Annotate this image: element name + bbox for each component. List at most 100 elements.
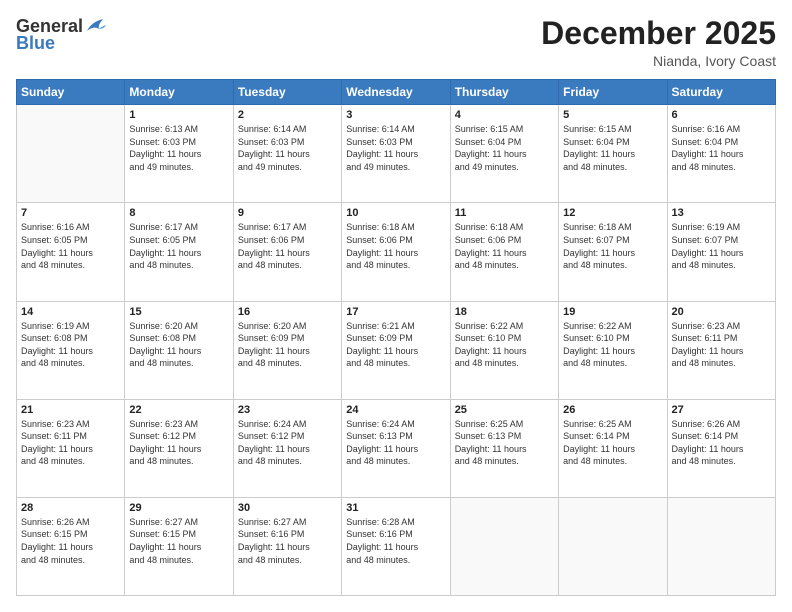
day-number: 17: [346, 306, 445, 318]
calendar-cell: 9 Sunrise: 6:17 AMSunset: 6:06 PMDaylight…: [233, 203, 341, 301]
day-number: 18: [455, 306, 554, 318]
day-info: Sunrise: 6:14 AMSunset: 6:03 PMDaylight:…: [346, 123, 445, 173]
day-number: 7: [21, 207, 120, 219]
day-number: 6: [672, 109, 771, 121]
calendar-cell: 4Sunrise: 6:15 AMSunset: 6:04 PMDaylight…: [450, 105, 558, 203]
calendar-cell: 28 Sunrise: 6:26 AMSunset: 6:15 PMDayligh…: [17, 497, 125, 595]
day-number: 20: [672, 306, 771, 318]
calendar-cell: 22 Sunrise: 6:23 AMSunset: 6:12 PMDayligh…: [125, 399, 233, 497]
day-number: 16: [238, 306, 337, 318]
day-number: 11: [455, 207, 554, 219]
day-number: 27: [672, 404, 771, 416]
logo-blue: Blue: [16, 33, 55, 54]
day-info: Sunrise: 6:25 AMSunset: 6:13 PMDaylight:…: [455, 418, 554, 468]
calendar-week-row: 14 Sunrise: 6:19 AMSunset: 6:08 PMDayligh…: [17, 301, 776, 399]
day-number: 9: [238, 207, 337, 219]
calendar-cell: 1 Sunrise: 6:13 AMSunset: 6:03 PMDaylight…: [125, 105, 233, 203]
title-section: December 2025 Nianda, Ivory Coast: [541, 16, 776, 69]
calendar-cell: 25 Sunrise: 6:25 AMSunset: 6:13 PMDayligh…: [450, 399, 558, 497]
day-number: 15: [129, 306, 228, 318]
day-number: 24: [346, 404, 445, 416]
day-info: Sunrise: 6:17 AMSunset: 6:05 PMDaylight:…: [129, 221, 228, 271]
calendar-cell: [450, 497, 558, 595]
day-number: 22: [129, 404, 228, 416]
calendar-weekday-header: Saturday: [667, 80, 775, 105]
day-number: 8: [129, 207, 228, 219]
calendar-cell: 29 Sunrise: 6:27 AMSunset: 6:15 PMDayligh…: [125, 497, 233, 595]
calendar-cell: 27 Sunrise: 6:26 AMSunset: 6:14 PMDayligh…: [667, 399, 775, 497]
calendar-cell: [559, 497, 667, 595]
day-number: 14: [21, 306, 120, 318]
calendar-week-row: 21Sunrise: 6:23 AMSunset: 6:11 PMDayligh…: [17, 399, 776, 497]
day-number: 29: [129, 502, 228, 514]
calendar-cell: 11 Sunrise: 6:18 AMSunset: 6:06 PMDayligh…: [450, 203, 558, 301]
day-number: 12: [563, 207, 662, 219]
day-info: Sunrise: 6:14 AMSunset: 6:03 PMDaylight:…: [238, 123, 337, 173]
day-info: Sunrise: 6:26 AMSunset: 6:15 PMDaylight:…: [21, 516, 120, 566]
calendar-cell: 13Sunrise: 6:19 AMSunset: 6:07 PMDayligh…: [667, 203, 775, 301]
day-info: Sunrise: 6:24 AMSunset: 6:12 PMDaylight:…: [238, 418, 337, 468]
day-number: 30: [238, 502, 337, 514]
calendar-cell: 26Sunrise: 6:25 AMSunset: 6:14 PMDayligh…: [559, 399, 667, 497]
calendar-week-row: 1 Sunrise: 6:13 AMSunset: 6:03 PMDaylight…: [17, 105, 776, 203]
calendar-cell: 16 Sunrise: 6:20 AMSunset: 6:09 PMDayligh…: [233, 301, 341, 399]
day-number: 31: [346, 502, 445, 514]
calendar-cell: [17, 105, 125, 203]
calendar-cell: 17Sunrise: 6:21 AMSunset: 6:09 PMDayligh…: [342, 301, 450, 399]
calendar-cell: 5Sunrise: 6:15 AMSunset: 6:04 PMDaylight…: [559, 105, 667, 203]
calendar-cell: 15 Sunrise: 6:20 AMSunset: 6:08 PMDayligh…: [125, 301, 233, 399]
calendar-cell: 8 Sunrise: 6:17 AMSunset: 6:05 PMDaylight…: [125, 203, 233, 301]
calendar-cell: 10Sunrise: 6:18 AMSunset: 6:06 PMDayligh…: [342, 203, 450, 301]
day-info: Sunrise: 6:15 AMSunset: 6:04 PMDaylight:…: [563, 123, 662, 173]
day-info: Sunrise: 6:22 AMSunset: 6:10 PMDaylight:…: [455, 320, 554, 370]
calendar-cell: 19 Sunrise: 6:22 AMSunset: 6:10 PMDayligh…: [559, 301, 667, 399]
calendar-cell: 7 Sunrise: 6:16 AMSunset: 6:05 PMDaylight…: [17, 203, 125, 301]
month-title: December 2025: [541, 16, 776, 51]
calendar-header-row: SundayMondayTuesdayWednesdayThursdayFrid…: [17, 80, 776, 105]
day-info: Sunrise: 6:16 AMSunset: 6:05 PMDaylight:…: [21, 221, 120, 271]
calendar-weekday-header: Monday: [125, 80, 233, 105]
calendar-cell: 14 Sunrise: 6:19 AMSunset: 6:08 PMDayligh…: [17, 301, 125, 399]
day-number: 25: [455, 404, 554, 416]
calendar-cell: 24 Sunrise: 6:24 AMSunset: 6:13 PMDayligh…: [342, 399, 450, 497]
day-number: 1: [129, 109, 228, 121]
day-info: Sunrise: 6:18 AMSunset: 6:07 PMDaylight:…: [563, 221, 662, 271]
day-info: Sunrise: 6:28 AMSunset: 6:16 PMDaylight:…: [346, 516, 445, 566]
day-info: Sunrise: 6:19 AMSunset: 6:08 PMDaylight:…: [21, 320, 120, 370]
calendar-weekday-header: Friday: [559, 80, 667, 105]
calendar-cell: 23Sunrise: 6:24 AMSunset: 6:12 PMDayligh…: [233, 399, 341, 497]
day-info: Sunrise: 6:19 AMSunset: 6:07 PMDaylight:…: [672, 221, 771, 271]
day-info: Sunrise: 6:13 AMSunset: 6:03 PMDaylight:…: [129, 123, 228, 173]
day-info: Sunrise: 6:26 AMSunset: 6:14 PMDaylight:…: [672, 418, 771, 468]
calendar-weekday-header: Thursday: [450, 80, 558, 105]
day-info: Sunrise: 6:23 AMSunset: 6:11 PMDaylight:…: [672, 320, 771, 370]
day-number: 28: [21, 502, 120, 514]
day-info: Sunrise: 6:24 AMSunset: 6:13 PMDaylight:…: [346, 418, 445, 468]
page: General Blue December 2025 Nianda, Ivory…: [0, 0, 792, 612]
day-info: Sunrise: 6:22 AMSunset: 6:10 PMDaylight:…: [563, 320, 662, 370]
logo-bird-icon: [85, 17, 107, 35]
day-number: 21: [21, 404, 120, 416]
location: Nianda, Ivory Coast: [541, 53, 776, 69]
day-info: Sunrise: 6:27 AMSunset: 6:16 PMDaylight:…: [238, 516, 337, 566]
day-info: Sunrise: 6:20 AMSunset: 6:09 PMDaylight:…: [238, 320, 337, 370]
day-number: 2: [238, 109, 337, 121]
day-number: 3: [346, 109, 445, 121]
day-info: Sunrise: 6:27 AMSunset: 6:15 PMDaylight:…: [129, 516, 228, 566]
day-info: Sunrise: 6:16 AMSunset: 6:04 PMDaylight:…: [672, 123, 771, 173]
calendar-weekday-header: Wednesday: [342, 80, 450, 105]
day-info: Sunrise: 6:17 AMSunset: 6:06 PMDaylight:…: [238, 221, 337, 271]
day-number: 19: [563, 306, 662, 318]
calendar-cell: 31 Sunrise: 6:28 AMSunset: 6:16 PMDayligh…: [342, 497, 450, 595]
day-info: Sunrise: 6:18 AMSunset: 6:06 PMDaylight:…: [455, 221, 554, 271]
calendar-weekday-header: Sunday: [17, 80, 125, 105]
calendar-week-row: 28 Sunrise: 6:26 AMSunset: 6:15 PMDayligh…: [17, 497, 776, 595]
day-info: Sunrise: 6:20 AMSunset: 6:08 PMDaylight:…: [129, 320, 228, 370]
day-number: 10: [346, 207, 445, 219]
calendar-cell: 12 Sunrise: 6:18 AMSunset: 6:07 PMDayligh…: [559, 203, 667, 301]
calendar-cell: 30 Sunrise: 6:27 AMSunset: 6:16 PMDayligh…: [233, 497, 341, 595]
day-info: Sunrise: 6:15 AMSunset: 6:04 PMDaylight:…: [455, 123, 554, 173]
calendar-cell: 18 Sunrise: 6:22 AMSunset: 6:10 PMDayligh…: [450, 301, 558, 399]
day-number: 26: [563, 404, 662, 416]
day-info: Sunrise: 6:23 AMSunset: 6:12 PMDaylight:…: [129, 418, 228, 468]
